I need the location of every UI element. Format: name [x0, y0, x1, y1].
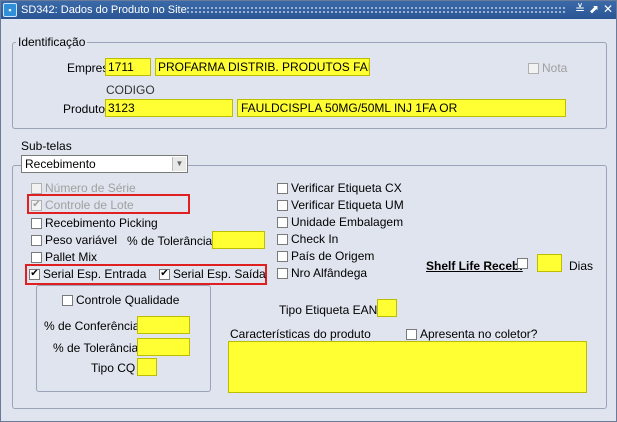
controle-qualidade-label: Controle Qualidade — [76, 293, 180, 307]
unidade-embalagem-label: Unidade Embalagem — [291, 215, 404, 229]
title-bar-pattern — [186, 6, 566, 15]
minimize-icon[interactable]: ≚ — [573, 2, 587, 16]
serial-entrada-label: Serial Esp. Entrada — [43, 267, 147, 281]
tolerancia2-field[interactable] — [137, 338, 190, 356]
tipo-cq-field[interactable] — [137, 358, 157, 376]
conferencia-label: % de Conferência — [44, 319, 140, 333]
apresenta-coletor-box[interactable] — [406, 328, 417, 340]
recebimento-picking-box[interactable] — [31, 217, 42, 229]
verificar-um-label: Verificar Etiqueta UM — [291, 198, 404, 212]
pais-origem-label: País de Origem — [291, 249, 375, 263]
produto-label: Produto — [63, 102, 106, 116]
tolerancia-label: % de Tolerância — [127, 234, 213, 248]
verificar-cx-checkbox[interactable]: Verificar Etiqueta CX — [277, 181, 402, 195]
pallet-mix-box[interactable] — [31, 251, 42, 263]
serial-saida-box[interactable]: ✔ — [159, 268, 170, 280]
unidade-embalagem-box[interactable] — [277, 216, 288, 228]
chevron-down-icon[interactable]: ▼ — [172, 157, 186, 171]
nota-checkbox[interactable]: Nota — [528, 61, 567, 75]
nro-alfandega-box[interactable] — [277, 267, 288, 279]
check-in-checkbox[interactable]: Check In — [277, 232, 338, 246]
recebimento-picking-checkbox[interactable]: Recebimento Picking — [31, 216, 158, 230]
close-icon[interactable]: ✕ — [601, 2, 615, 16]
tolerancia-field[interactable] — [212, 231, 265, 249]
nota-label: Nota — [542, 61, 568, 75]
tolerancia2-label: % de Tolerância — [53, 341, 139, 355]
shelf-life-checkbox[interactable] — [517, 258, 528, 269]
verificar-cx-label: Verificar Etiqueta CX — [291, 181, 402, 195]
numero-serie-label: Número de Série — [45, 181, 136, 195]
serial-entrada-box[interactable]: ✔ — [29, 268, 40, 280]
shelf-life-label: Shelf Life Receb. — [426, 259, 523, 273]
peso-variavel-label: Peso variável — [45, 233, 118, 247]
serial-entrada-checkbox[interactable]: ✔ Serial Esp. Entrada — [29, 267, 146, 281]
serial-saida-checkbox[interactable]: ✔ Serial Esp. Saída — [159, 267, 266, 281]
check-in-label: Check In — [291, 232, 339, 246]
numero-serie-checkbox[interactable]: Número de Série — [31, 181, 136, 195]
nota-check-box[interactable] — [528, 62, 539, 74]
tipo-etiqueta-field[interactable] — [377, 299, 397, 317]
verificar-cx-box[interactable] — [277, 182, 288, 194]
window-title: SD342: Dados do Produto no Site — [21, 4, 187, 16]
tipo-etiqueta-label: Tipo Etiqueta EAN — [279, 303, 378, 317]
nro-alfandega-label: Nro Alfândega — [291, 266, 368, 280]
produto-code-field[interactable]: 3123 — [105, 99, 233, 117]
caracteristicas-textarea[interactable] — [228, 341, 587, 393]
caracteristicas-label: Características do produto — [230, 327, 371, 341]
identificacao-legend: Identificação — [16, 35, 88, 49]
produto-name-field[interactable]: FAULDCISPLA 50MG/50ML INJ 1FA OR — [237, 99, 566, 117]
tipo-cq-label: Tipo CQ — [91, 361, 136, 375]
app-icon: ▪ — [3, 3, 17, 17]
controle-qualidade-box[interactable] — [62, 294, 73, 306]
subtelas-label: Sub-telas — [21, 139, 72, 153]
peso-variavel-checkbox[interactable]: Peso variável — [31, 233, 117, 247]
pais-origem-box[interactable] — [277, 250, 288, 262]
pais-origem-checkbox[interactable]: País de Origem — [277, 249, 374, 263]
numero-serie-box[interactable] — [31, 182, 42, 194]
apresenta-coletor-checkbox[interactable]: Apresenta no coletor? — [406, 327, 537, 341]
subtelas-selected: Recebimento — [25, 157, 96, 171]
codigo-label: CODIGO — [106, 83, 155, 97]
shelf-life-days-field[interactable] — [537, 254, 562, 272]
verificar-um-box[interactable] — [277, 199, 288, 211]
maximize-icon[interactable]: ⬈ — [587, 2, 601, 16]
apresenta-coletor-label: Apresenta no coletor? — [420, 327, 538, 341]
main-window: ▪ SD342: Dados do Produto no Site ≚ ⬈ ✕ … — [0, 0, 617, 422]
conferencia-field[interactable] — [137, 316, 190, 334]
verificar-um-checkbox[interactable]: Verificar Etiqueta UM — [277, 198, 404, 212]
recebimento-picking-label: Recebimento Picking — [45, 216, 158, 230]
highlight-controle-lote — [27, 194, 190, 214]
empresa-code-field[interactable]: 1711 — [105, 58, 151, 76]
controle-qualidade-checkbox[interactable]: Controle Qualidade — [62, 293, 179, 307]
unidade-embalagem-checkbox[interactable]: Unidade Embalagem — [277, 215, 403, 229]
title-bar: ▪ SD342: Dados do Produto no Site ≚ ⬈ ✕ — [1, 1, 616, 19]
dias-label: Dias — [569, 259, 594, 273]
subtelas-select[interactable]: Recebimento ▼ — [21, 155, 188, 173]
pallet-mix-checkbox[interactable]: Pallet Mix — [31, 250, 97, 264]
nro-alfandega-checkbox[interactable]: Nro Alfândega — [277, 266, 367, 280]
empresa-name-field[interactable]: PROFARMA DISTRIB. PRODUTOS FARM — [155, 58, 370, 76]
peso-variavel-box[interactable] — [31, 234, 42, 246]
pallet-mix-label: Pallet Mix — [45, 250, 98, 264]
check-in-box[interactable] — [277, 233, 288, 245]
serial-saida-label: Serial Esp. Saída — [173, 267, 266, 281]
